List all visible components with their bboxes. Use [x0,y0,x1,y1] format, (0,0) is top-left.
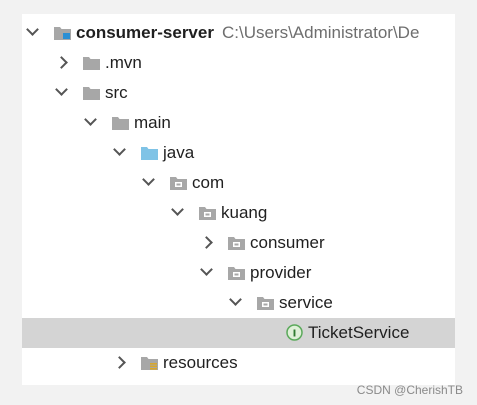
tree-row-consumer[interactable]: consumer [22,228,455,258]
tree-item-label: provider [250,263,312,282]
package-icon [257,295,274,310]
package-icon [199,205,216,220]
folder-icon [83,55,100,70]
tree-item-label: consumer [250,233,325,252]
expand-arrow-icon[interactable] [55,78,71,108]
project-tree: consumer-server C:\Users\Administrator\De… [22,14,455,385]
tree-item-label: consumer-server [76,23,214,42]
tree-row-com[interactable]: com [22,168,455,198]
folder-icon [83,85,100,100]
expand-arrow-icon[interactable] [26,18,42,48]
tree-item-label: com [192,173,225,192]
tree-row-mvn[interactable]: .mvn [22,48,455,78]
expand-arrow-icon[interactable] [113,138,129,168]
watermark: CSDN @CherishTB [356,383,463,397]
tree-row-java[interactable]: java [22,138,455,168]
project-tree-panel: consumer-server C:\Users\Administrator\De… [22,14,455,385]
tree-item-label: src [105,83,128,102]
tree-item-label: kuang [221,203,268,222]
collapse-arrow-icon[interactable] [113,348,129,378]
expand-arrow-icon[interactable] [142,168,158,198]
tree-item-label: .mvn [105,53,142,72]
module-header: consumer-server C:\Users\Administrator\De [76,23,419,43]
source-folder-icon [141,145,158,160]
package-icon [228,235,245,250]
resources-folder-icon [141,355,158,370]
expand-arrow-icon[interactable] [200,258,216,288]
interface-icon: I [286,324,303,341]
tree-row-src[interactable]: src [22,78,455,108]
expand-arrow-icon[interactable] [171,198,187,228]
collapse-arrow-icon[interactable] [55,48,71,78]
tree-item-label: main [134,113,171,132]
tree-row-ticketservice[interactable]: I TicketService [22,318,455,348]
folder-icon [112,115,129,130]
tree-row-resources[interactable]: resources [22,348,455,378]
tree-row-consumer-server[interactable]: consumer-server C:\Users\Administrator\De [22,18,455,48]
svg-text:I: I [293,329,297,340]
tree-item-label: java [163,143,195,162]
tree-row-kuang[interactable]: kuang [22,198,455,228]
tree-item-label: resources [163,353,238,372]
package-icon [228,265,245,280]
tree-row-service[interactable]: service [22,288,455,318]
tree-item-label: service [279,293,333,312]
tree-row-provider[interactable]: provider [22,258,455,288]
expand-arrow-icon[interactable] [229,288,245,318]
module-path: C:\Users\Administrator\De [221,23,420,42]
package-icon [170,175,187,190]
expand-arrow-icon[interactable] [84,108,100,138]
collapse-arrow-icon[interactable] [200,228,216,258]
tree-row-main[interactable]: main [22,108,455,138]
tree-item-label: TicketService [308,323,410,342]
module-folder-icon [54,25,71,40]
